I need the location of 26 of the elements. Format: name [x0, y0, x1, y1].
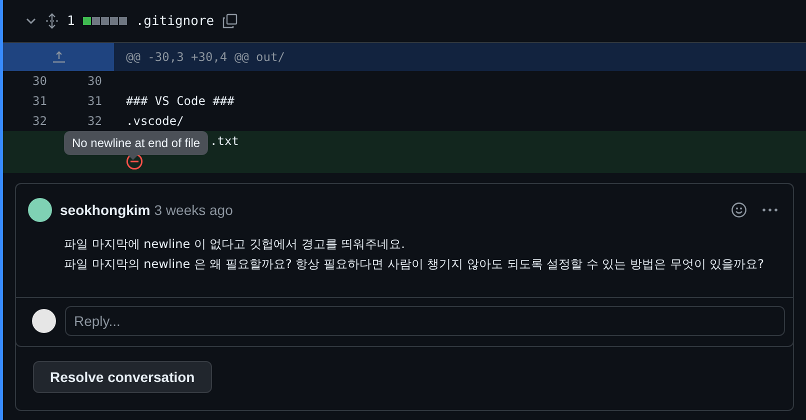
line-number: 31 [32, 94, 47, 108]
line-number: 30 [32, 74, 47, 88]
code-line: .vscode/ [126, 114, 184, 128]
comment-text: 파일 마지막의 newline 은 왜 필요할까요? 항상 필요하다면 사람이 챙기지 않아도 되도록 설정할 수 있는 방법은 무엇이 있을까요? [64, 256, 766, 273]
file-name[interactable]: .gitignore [136, 14, 214, 28]
reply-field[interactable]: Reply... [65, 306, 785, 336]
change-count: 1 [67, 14, 75, 28]
author-name[interactable]: seokhongkim [60, 202, 150, 218]
hunk-header: @@ -30,3 +30,4 @@ out/ [114, 43, 806, 71]
line-number: 32 [88, 114, 102, 128]
comment-time[interactable]: 3 weeks ago [154, 202, 233, 218]
expand-up-icon [52, 50, 66, 64]
copy-icon[interactable] [222, 13, 238, 29]
tooltip: No newline at end of file [64, 131, 208, 155]
tooltip-pointer [128, 155, 138, 160]
expand-icon[interactable] [45, 13, 59, 29]
smiley-icon[interactable] [731, 202, 747, 218]
comment-text: 파일 마지막에 newline 이 없다고 깃헙에서 경고를 띄워주네요. [64, 236, 406, 253]
line-number: 30 [88, 74, 102, 88]
line-number: 31 [88, 94, 102, 108]
avatar [32, 309, 56, 333]
code-line: .txt [210, 134, 239, 148]
line-number: 32 [32, 114, 47, 128]
resolve-button[interactable]: Resolve conversation [33, 361, 212, 393]
code-line: ### VS Code ### [126, 94, 234, 108]
avatar [28, 198, 52, 222]
